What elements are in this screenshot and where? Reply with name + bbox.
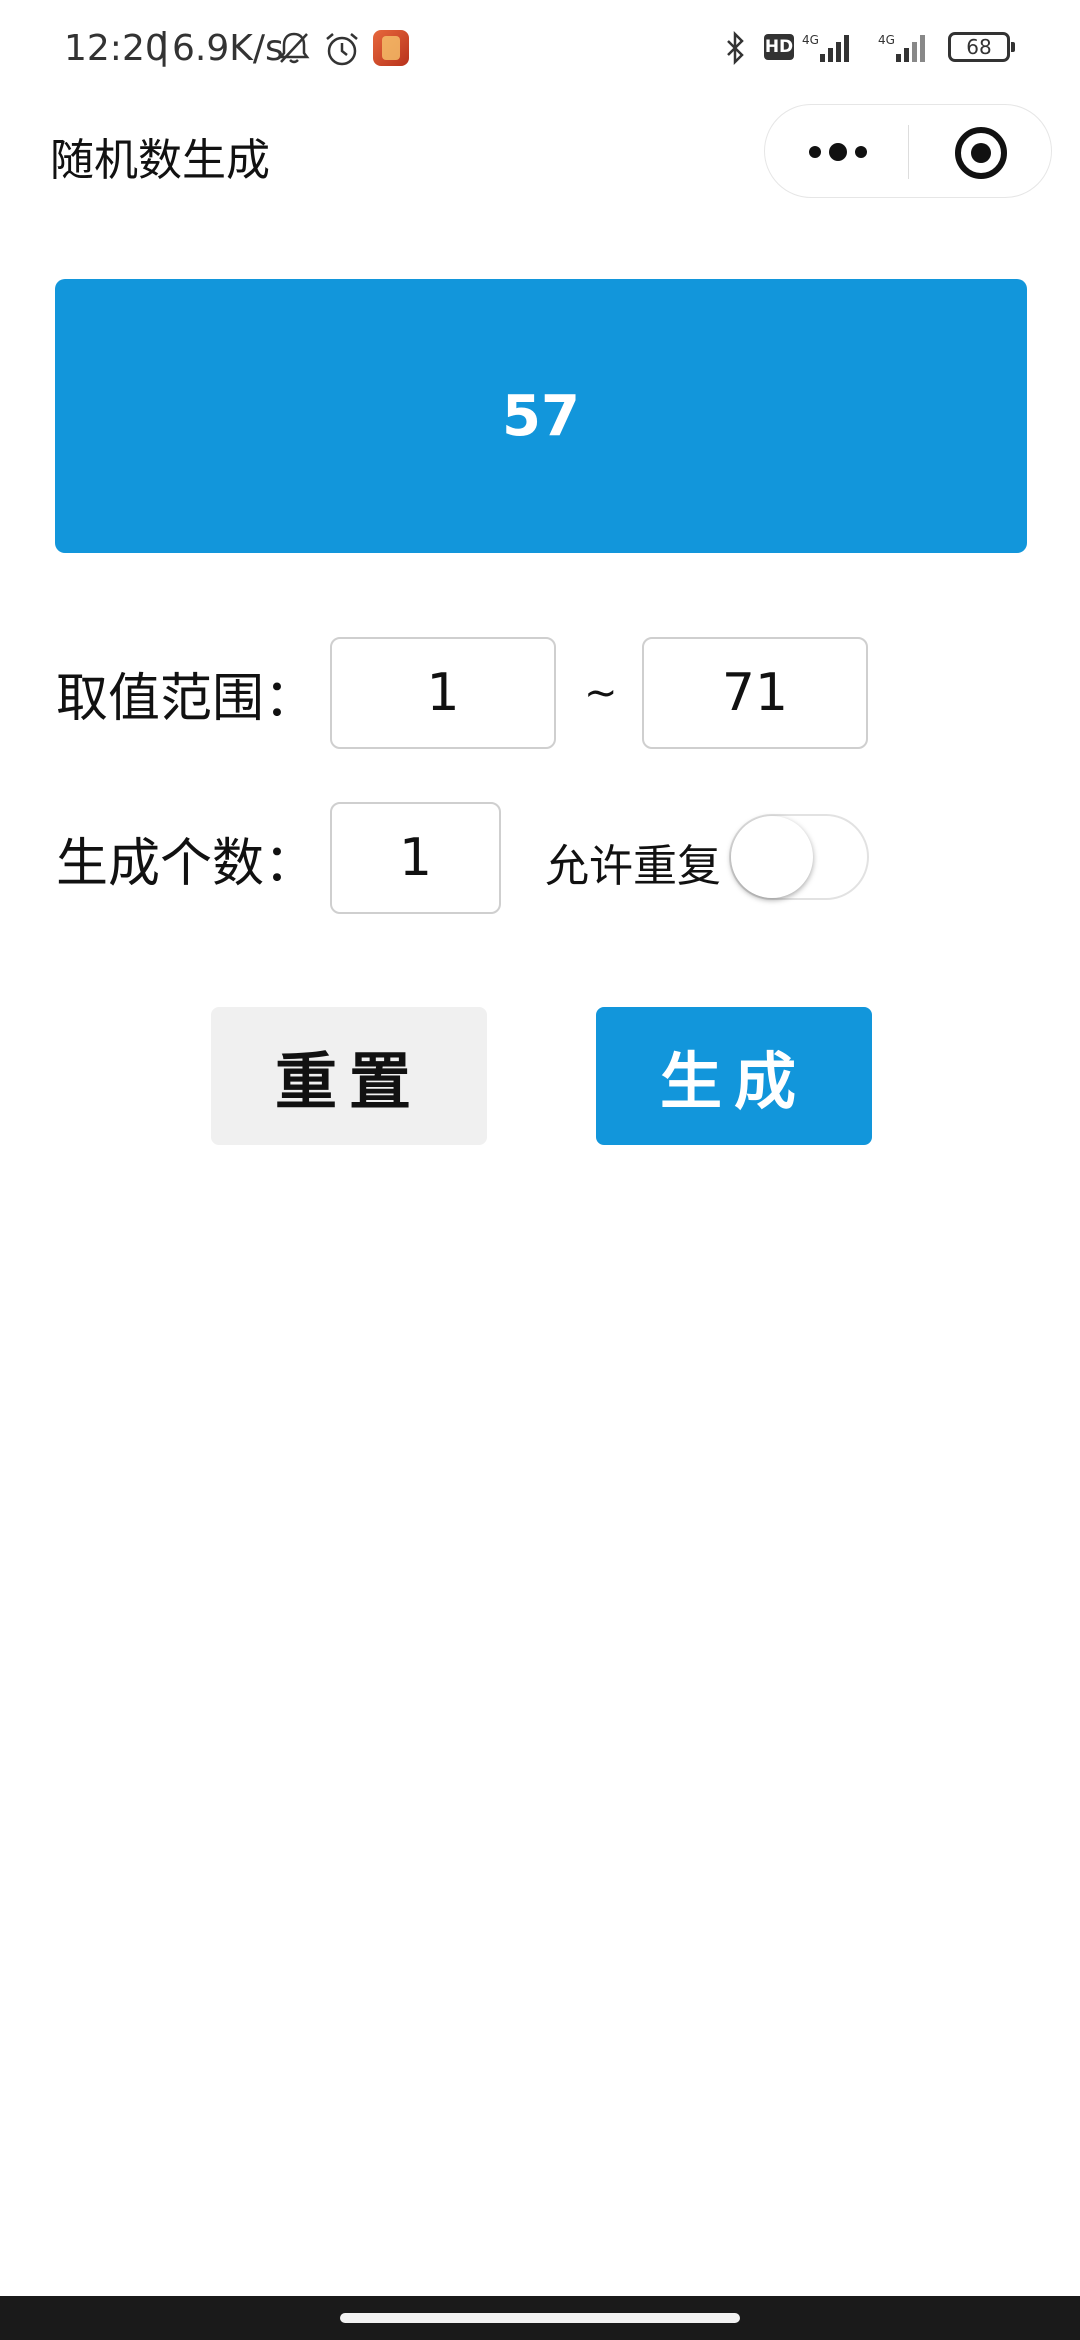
count-label: 生成个数： (56, 834, 317, 894)
status-separator: | (158, 26, 171, 67)
range-max-input[interactable]: 71 (642, 637, 868, 749)
range-separator: ~ (584, 670, 618, 716)
signal-4g-icon: 4G (802, 33, 849, 62)
allow-repeat-toggle[interactable] (729, 814, 869, 900)
svg-text:4G: 4G (878, 33, 895, 47)
result-value: 57 (502, 383, 580, 449)
app-page: 12:20 | 6.9K/s HD 4G 4G 68 随机数生成 57 取值范围… (0, 0, 1080, 2340)
range-min-input[interactable]: 1 (330, 637, 556, 749)
count-input[interactable]: 1 (330, 802, 501, 914)
network-speed: 6.9K/s (172, 28, 284, 69)
app-icon (373, 30, 409, 66)
reset-button[interactable]: 重置 (211, 1007, 487, 1145)
hd-badge: HD (764, 34, 794, 60)
battery-indicator: 68 (948, 32, 1015, 62)
bell-off-icon (278, 32, 310, 64)
allow-repeat-label: 允许重复 (545, 841, 721, 892)
home-indicator[interactable] (340, 2313, 740, 2323)
alarm-icon (326, 33, 358, 66)
generate-button[interactable]: 生成 (596, 1007, 872, 1145)
status-time: 12:20 (64, 28, 168, 69)
status-bar: 12:20 | 6.9K/s HD 4G 4G 68 (0, 0, 1080, 100)
system-navigation-bar (0, 2296, 1080, 2340)
target-icon[interactable] (953, 125, 1009, 181)
signal-4g-icon: 4G (878, 33, 925, 62)
page-title: 随机数生成 (50, 135, 270, 186)
svg-text:4G: 4G (802, 33, 819, 47)
result-banner: 57 (55, 279, 1027, 553)
toggle-knob (731, 816, 813, 898)
range-label: 取值范围： (56, 669, 317, 729)
bluetooth-icon (727, 30, 744, 66)
capsule-divider (908, 125, 909, 179)
more-icon[interactable] (803, 135, 873, 169)
mini-program-capsule (764, 104, 1052, 198)
